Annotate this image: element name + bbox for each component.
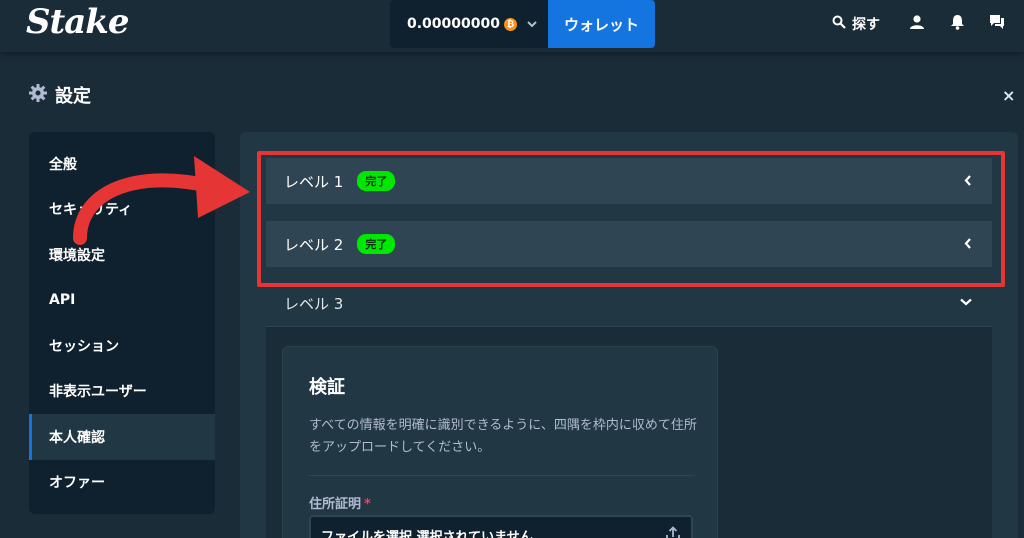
settings-title: 設定: [29, 82, 91, 108]
proof-of-address-label: 住所証明 *: [309, 493, 371, 512]
verification-description: すべての情報を明確に識別できるように、四隅を枠内に収めて住所をアップロードしてく…: [309, 418, 697, 455]
proof-of-address-label-text: 住所証明: [309, 497, 362, 512]
verification-card: 検証 すべての情報を明確に識別できるように、四隅を枠内に収めて住所をアップロード…: [282, 346, 718, 538]
proof-of-address-file-input[interactable]: ファイルを選択 選択されていません: [309, 515, 693, 538]
level-3-accordion[interactable]: レベル 3: [266, 281, 992, 327]
chevron-down-icon: [960, 298, 972, 306]
search-button[interactable]: 探す: [832, 14, 880, 34]
search-icon: [832, 15, 846, 33]
wallet-group: 0.00000000 ₿ ウォレット: [390, 0, 655, 48]
upload-icon[interactable]: [665, 526, 681, 538]
annotation-arrow-icon: [73, 156, 250, 245]
balance-value: 0.00000000: [407, 16, 500, 32]
top-bar: Stake 0.00000000 ₿ ウォレット 探す: [0, 0, 1024, 52]
search-label: 探す: [852, 17, 880, 33]
chat-icon[interactable]: [989, 14, 1005, 30]
wallet-button[interactable]: ウォレット: [548, 0, 655, 48]
divider: [309, 475, 695, 476]
file-input-value: ファイルを選択 選択されていません: [321, 529, 533, 538]
verification-title: 検証: [309, 377, 345, 398]
chevron-down-icon: [527, 20, 537, 28]
required-mark: *: [364, 497, 371, 512]
sidebar-item-api[interactable]: API: [29, 278, 215, 324]
settings-title-text: 設定: [55, 86, 91, 107]
bell-icon[interactable]: [950, 14, 965, 30]
user-icon[interactable]: [909, 14, 925, 30]
sidebar-item-verification[interactable]: 本人確認: [29, 414, 215, 460]
sidebar-item-sessions[interactable]: セッション: [29, 323, 215, 369]
close-icon[interactable]: ×: [1002, 86, 1015, 105]
bitcoin-icon: ₿: [504, 17, 517, 31]
highlight-box: [257, 151, 1005, 287]
level-3-label: レベル 3: [284, 295, 344, 313]
sidebar-item-ignored-users[interactable]: 非表示ユーザー: [29, 369, 215, 415]
stake-logo[interactable]: Stake: [26, 2, 129, 42]
balance-dropdown[interactable]: 0.00000000 ₿: [390, 0, 548, 48]
sidebar-item-offers[interactable]: オファー: [29, 460, 215, 506]
gear-icon: [29, 83, 47, 107]
